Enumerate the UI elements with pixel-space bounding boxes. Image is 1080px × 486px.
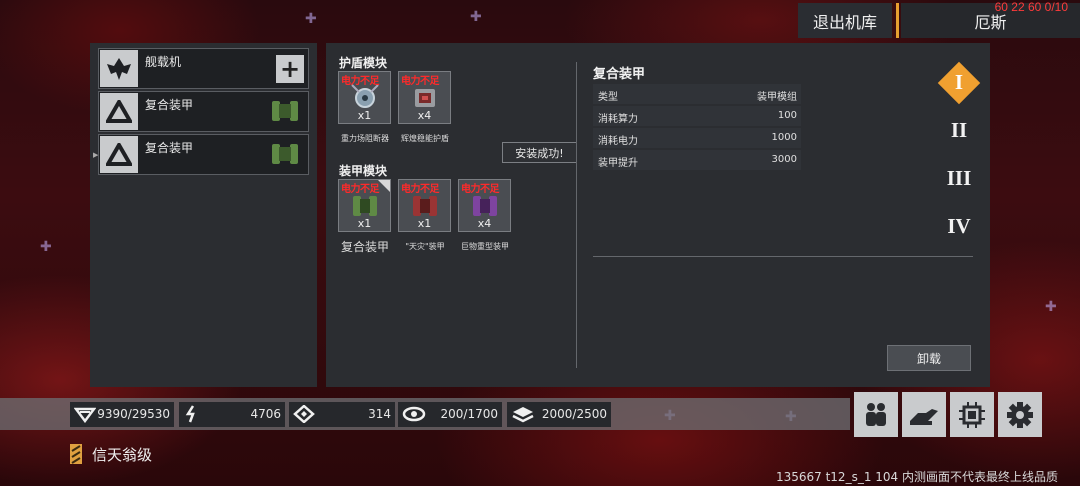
- ship-class-label: 信天翁级: [92, 446, 153, 464]
- slot-armor-2[interactable]: 复合装甲: [98, 134, 309, 175]
- slot-label: 舰载机: [145, 55, 182, 69]
- module-qty: x1: [357, 109, 372, 122]
- gear-icon: [1007, 401, 1033, 428]
- fighter-icon: [100, 50, 138, 87]
- resource-value: 2000/2500: [541, 407, 607, 421]
- core-icon: [293, 405, 315, 423]
- unload-button[interactable]: 卸载: [887, 345, 971, 371]
- crew-icon: [866, 402, 886, 426]
- stat-row-power: 消耗电力 1000: [593, 128, 801, 148]
- exit-hangar-button[interactable]: 退出机库: [798, 3, 892, 38]
- armor-slot-icon: [100, 93, 138, 130]
- armor-module-composite[interactable]: 电力不足 x1: [338, 179, 391, 232]
- tier-tab-2[interactable]: II: [937, 118, 981, 143]
- gem-icon: [74, 407, 96, 423]
- stat-key: 装甲提升: [598, 158, 638, 169]
- star-decoration: ✚: [1045, 299, 1057, 315]
- install-success-toast: 安装成功!: [502, 142, 577, 163]
- armor-module-icon: [272, 101, 298, 121]
- star-decoration: ✚: [470, 9, 482, 25]
- module-name: 复合装甲: [340, 240, 389, 254]
- stat-row-type: 类型 装甲模组: [593, 84, 801, 104]
- module-qty: x1: [357, 217, 372, 230]
- module-qty: x4: [417, 109, 432, 122]
- selected-corner-mark: [378, 180, 390, 192]
- resource-value: 314: [368, 407, 391, 421]
- chip-button[interactable]: [950, 392, 994, 437]
- debug-readout: 60 22 60 0/10: [994, 0, 1068, 14]
- slot-label: 复合装甲: [145, 141, 194, 155]
- slot-fighter[interactable]: 舰载机 +: [98, 48, 309, 89]
- stat-value: 1000: [771, 132, 797, 143]
- chip-icon: [959, 401, 985, 428]
- trade-button[interactable]: [902, 392, 946, 437]
- add-fighter-button[interactable]: +: [276, 55, 304, 83]
- armor-module-heavy[interactable]: 电力不足 x4: [458, 179, 511, 232]
- slot-armor-1[interactable]: 复合装甲: [98, 91, 309, 132]
- tier-tab-3[interactable]: III: [937, 166, 981, 191]
- tier-tab-1[interactable]: I: [937, 70, 981, 95]
- module-qty: x4: [477, 217, 492, 230]
- energy-icon: [185, 405, 195, 423]
- module-name: 巨物重型装甲: [461, 242, 509, 251]
- stat-row-armor: 装甲提升 3000: [593, 150, 801, 170]
- layers-icon: [512, 407, 534, 423]
- module-name: 重力场阻断器: [341, 134, 389, 143]
- power-warning: 电力不足: [401, 184, 440, 195]
- hand-icon: [910, 408, 938, 425]
- module-name: 辉煌稳能护盾: [401, 134, 449, 143]
- armor-module-calamity[interactable]: 电力不足 x1: [398, 179, 451, 232]
- build-watermark: 135667 t12_s_1 104 内测画面不代表最终上线品质: [775, 470, 1058, 484]
- module-name: "天灾"装甲: [405, 242, 445, 251]
- shield-module-radiant[interactable]: 电力不足 x4: [398, 71, 451, 124]
- slot-panel: 舰载机 + ▶ 复合装甲 复合装甲: [90, 43, 317, 387]
- panel-divider: [576, 62, 577, 368]
- resource-core: 314: [289, 402, 395, 427]
- eye-icon: [402, 406, 426, 422]
- detail-divider: [593, 256, 973, 257]
- power-warning: 电力不足: [461, 184, 500, 195]
- rank-icon: [70, 444, 82, 464]
- settings-button[interactable]: [998, 392, 1042, 437]
- stat-key: 消耗算力: [598, 114, 638, 125]
- shield-module-gravity[interactable]: 电力不足 x1: [338, 71, 391, 124]
- armor-slot-icon: [100, 136, 138, 173]
- stat-key: 类型: [598, 92, 618, 103]
- power-warning: 电力不足: [341, 76, 380, 87]
- detail-title: 复合装甲: [593, 67, 646, 82]
- armor-section-title: 装甲模块: [339, 164, 388, 178]
- stat-key: 消耗电力: [598, 136, 638, 147]
- tier-tab-4[interactable]: IV: [937, 214, 981, 239]
- resource-layers: 2000/2500: [507, 402, 611, 427]
- resource-value: 9390/29530: [97, 407, 170, 421]
- resource-energy: 4706: [179, 402, 285, 427]
- shield-section-title: 护盾模块: [339, 56, 388, 70]
- resource-eye: 200/1700: [398, 402, 502, 427]
- crew-button[interactable]: [854, 392, 898, 437]
- power-warning: 电力不足: [401, 76, 440, 87]
- stat-value: 3000: [771, 154, 797, 165]
- resource-gem: 9390/29530: [70, 402, 174, 427]
- slot-label: 复合装甲: [145, 98, 194, 112]
- module-qty: x1: [417, 217, 432, 230]
- star-decoration: ✚: [305, 11, 317, 27]
- stat-value: 100: [777, 110, 797, 121]
- top-divider: [896, 3, 899, 38]
- power-warning: 电力不足: [341, 184, 380, 195]
- resource-value: 4706: [250, 407, 281, 421]
- star-decoration: ✚: [40, 239, 52, 255]
- resource-value: 200/1700: [440, 407, 499, 421]
- stat-value: 装甲模组: [757, 92, 797, 103]
- stat-row-compute: 消耗算力 100: [593, 106, 801, 126]
- armor-module-icon: [272, 144, 298, 164]
